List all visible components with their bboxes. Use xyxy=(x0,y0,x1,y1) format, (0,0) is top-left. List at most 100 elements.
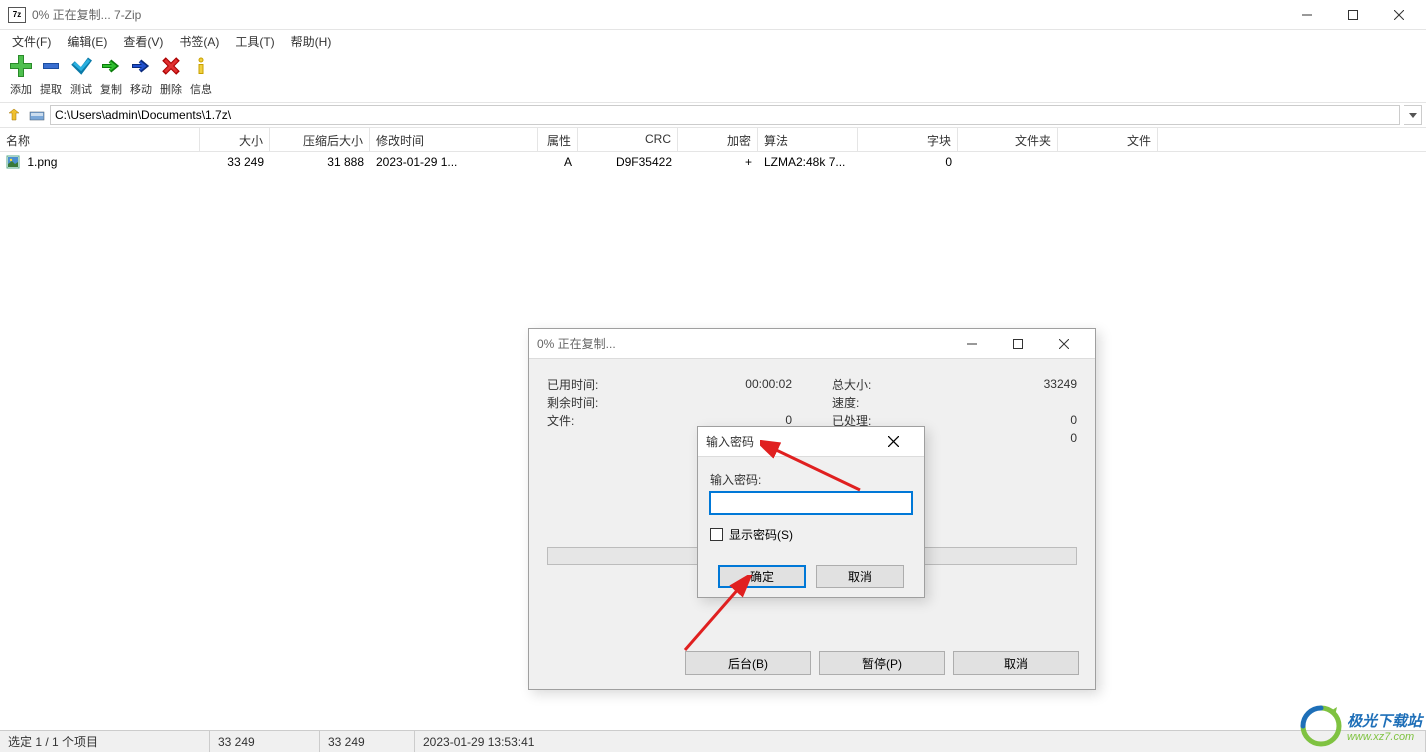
col-header-algo[interactable]: 算法 xyxy=(758,128,858,151)
cell-modified: 2023-01-29 1... xyxy=(370,153,538,171)
col-header-attr[interactable]: 属性 xyxy=(538,128,578,151)
tool-extract[interactable]: 提取 xyxy=(36,55,66,102)
tool-copy-label: 复制 xyxy=(100,81,122,97)
toolbar: 添加 提取 测试 复制 移动 删除 信息 xyxy=(0,52,1426,102)
cell-crc: D9F35422 xyxy=(578,153,678,171)
status-selection: 选定 1 / 1 个项目 xyxy=(0,731,210,752)
plus-icon xyxy=(10,55,32,77)
cell-files xyxy=(1058,160,1158,164)
maximize-button[interactable] xyxy=(1330,0,1376,30)
password-close-button[interactable] xyxy=(870,427,916,457)
col-header-files[interactable]: 文件 xyxy=(1058,128,1158,151)
minimize-button[interactable] xyxy=(1284,0,1330,30)
password-dialog-titlebar: 输入密码 xyxy=(698,427,924,457)
list-row[interactable]: 1.png 33 249 31 888 2023-01-29 1... A D9… xyxy=(0,152,1426,172)
tool-delete[interactable]: 删除 xyxy=(156,55,186,102)
minus-icon xyxy=(40,55,62,77)
tool-add[interactable]: 添加 xyxy=(6,55,36,102)
delete-icon xyxy=(160,55,182,77)
password-input[interactable] xyxy=(710,492,912,514)
tool-delete-label: 删除 xyxy=(160,81,182,97)
show-password-label: 显示密码(S) xyxy=(729,526,793,543)
tool-test[interactable]: 测试 xyxy=(66,55,96,102)
info-icon xyxy=(190,55,212,77)
menu-bookmarks[interactable]: 书签(A) xyxy=(171,31,227,52)
up-button[interactable] xyxy=(4,105,24,125)
processed-value: 0 xyxy=(1070,413,1077,427)
statusbar: 选定 1 / 1 个项目 33 249 33 249 2023-01-29 13… xyxy=(0,730,1426,752)
cell-attr: A xyxy=(538,153,578,171)
col-header-block[interactable]: 字块 xyxy=(858,128,958,151)
copy-arrow-icon xyxy=(100,55,122,77)
cell-algo: LZMA2:48k 7... xyxy=(758,153,858,171)
col-header-enc[interactable]: 加密 xyxy=(678,128,758,151)
speed-label: 速度: xyxy=(832,394,859,411)
password-label: 输入密码: xyxy=(710,471,912,488)
menu-view[interactable]: 查看(V) xyxy=(115,31,171,52)
cell-size: 33 249 xyxy=(200,153,270,171)
app-icon: 7z xyxy=(8,7,26,23)
show-password-checkbox[interactable] xyxy=(710,528,723,541)
watermark-cn: 极光下载站 xyxy=(1347,710,1422,731)
path-dropdown[interactable] xyxy=(1404,105,1422,125)
col-header-modified[interactable]: 修改时间 xyxy=(370,128,538,151)
watermark-en: www.xz7.com xyxy=(1347,731,1414,743)
tool-test-label: 测试 xyxy=(70,81,92,97)
check-icon xyxy=(70,55,92,77)
progress-dialog-buttons: 后台(B) 暂停(P) 取消 xyxy=(685,651,1079,675)
password-dialog-title: 输入密码 xyxy=(706,433,870,450)
cell-block: 0 xyxy=(858,153,958,171)
close-button[interactable] xyxy=(1376,0,1422,30)
tool-extract-label: 提取 xyxy=(40,81,62,97)
files-value: 0 xyxy=(785,413,792,427)
list-header: 名称 大小 压缩后大小 修改时间 属性 CRC 加密 算法 字块 文件夹 文件 xyxy=(0,128,1426,152)
progress-maximize-button[interactable] xyxy=(995,329,1041,359)
menu-tools[interactable]: 工具(T) xyxy=(227,31,282,52)
tool-info[interactable]: 信息 xyxy=(186,55,216,102)
password-cancel-button[interactable]: 取消 xyxy=(816,565,904,588)
path-input[interactable] xyxy=(50,105,1400,125)
cell-folders xyxy=(958,160,1058,164)
total-value: 33249 xyxy=(1044,377,1077,391)
tool-add-label: 添加 xyxy=(10,81,32,97)
col-header-packed[interactable]: 压缩后大小 xyxy=(270,128,370,151)
remaining-label: 剩余时间: xyxy=(547,394,598,411)
menu-help[interactable]: 帮助(H) xyxy=(283,31,340,52)
cancel-button[interactable]: 取消 xyxy=(953,651,1079,675)
progress-minimize-button[interactable] xyxy=(949,329,995,359)
col-header-crc[interactable]: CRC xyxy=(578,128,678,151)
tool-move-label: 移动 xyxy=(130,81,152,97)
status-date: 2023-01-29 13:53:41 xyxy=(415,731,1426,752)
progress-close-button[interactable] xyxy=(1041,329,1087,359)
tool-copy[interactable]: 复制 xyxy=(96,55,126,102)
show-password-row[interactable]: 显示密码(S) xyxy=(710,526,912,543)
status-size1: 33 249 xyxy=(210,731,320,752)
tool-move[interactable]: 移动 xyxy=(126,55,156,102)
ok-button[interactable]: 确定 xyxy=(718,565,806,588)
progress-dialog-title: 0% 正在复制... xyxy=(537,335,949,352)
watermark-logo-icon xyxy=(1299,704,1343,748)
col-header-name[interactable]: 名称 xyxy=(0,128,200,151)
titlebar: 7z 0% 正在复制... 7-Zip xyxy=(0,0,1426,30)
window-title: 0% 正在复制... 7-Zip xyxy=(32,6,1284,23)
cell-enc: + xyxy=(678,153,758,171)
background-button[interactable]: 后台(B) xyxy=(685,651,811,675)
menu-file[interactable]: 文件(F) xyxy=(4,31,59,52)
menubar: 文件(F) 编辑(E) 查看(V) 书签(A) 工具(T) 帮助(H) xyxy=(0,30,1426,52)
col-header-folders[interactable]: 文件夹 xyxy=(958,128,1058,151)
drive-icon[interactable] xyxy=(28,106,46,124)
window-controls xyxy=(1284,0,1422,30)
menu-edit[interactable]: 编辑(E) xyxy=(59,31,115,52)
pause-button[interactable]: 暂停(P) xyxy=(819,651,945,675)
total-label: 总大小: xyxy=(832,376,871,393)
extra-value: 0 xyxy=(1070,431,1077,445)
tool-info-label: 信息 xyxy=(190,81,212,97)
elapsed-value: 00:00:02 xyxy=(745,377,792,391)
cell-name: 1.png xyxy=(27,155,57,169)
status-size2: 33 249 xyxy=(320,731,415,752)
progress-dialog-titlebar: 0% 正在复制... xyxy=(529,329,1095,359)
watermark: 极光下载站 www.xz7.com xyxy=(1299,704,1422,748)
password-dialog: 输入密码 输入密码: 显示密码(S) 确定 取消 xyxy=(697,426,925,598)
col-header-size[interactable]: 大小 xyxy=(200,128,270,151)
files-label: 文件: xyxy=(547,412,574,429)
